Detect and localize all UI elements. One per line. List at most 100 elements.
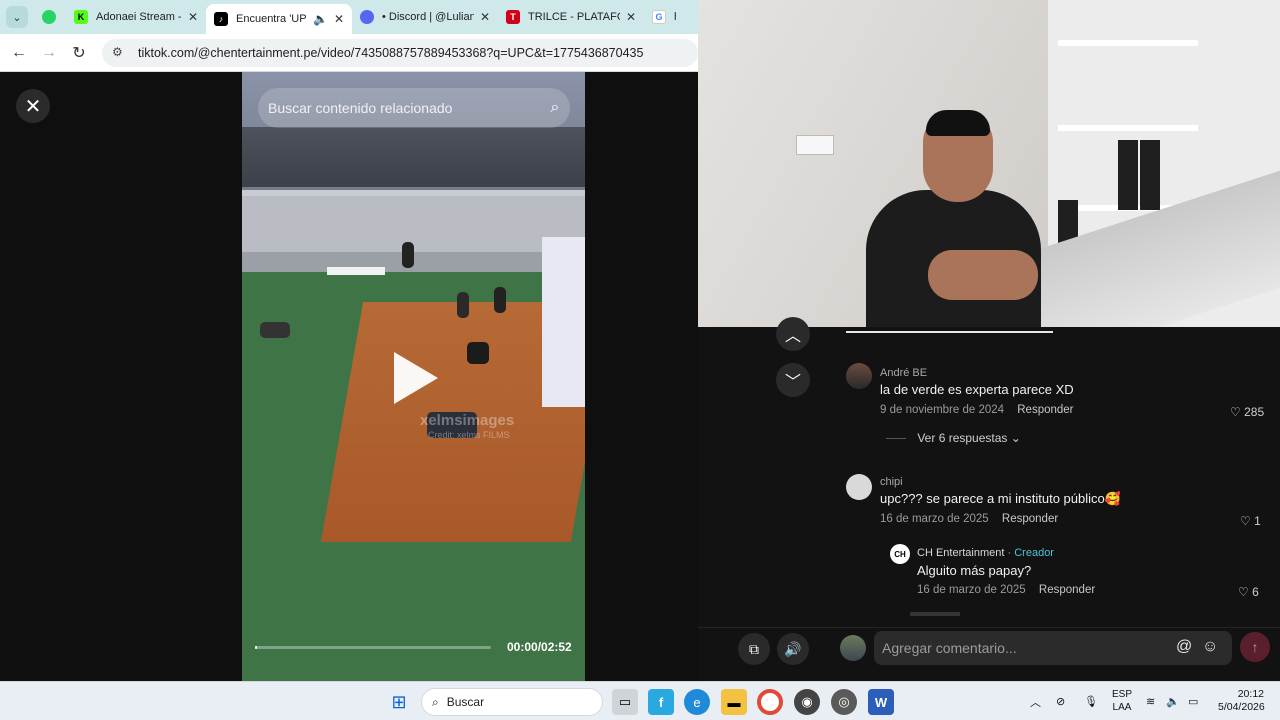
like-count: 1 — [1254, 514, 1261, 528]
tab-whatsapp[interactable] — [34, 0, 66, 34]
tab-label: Adonaei Stream - W — [96, 11, 182, 23]
tab-tiktok[interactable]: ♪ Encuentra 'UPC 🔈 ✕ — [206, 4, 352, 34]
edge-icon[interactable]: e — [684, 689, 710, 715]
whatsapp-icon — [42, 10, 56, 24]
mention-icon[interactable]: @ — [1176, 638, 1192, 656]
clipboard-icon[interactable]: ⧉ — [738, 633, 770, 665]
taskbar-search[interactable]: ⌕ Buscar — [421, 688, 603, 716]
tiktok-icon: ♪ — [214, 12, 228, 26]
battery-icon[interactable]: ▭ — [1188, 682, 1198, 720]
send-icon[interactable]: ↑ — [1240, 632, 1270, 662]
comment-user[interactable]: chipi — [880, 476, 903, 488]
emoji-icon[interactable]: ☺ — [1202, 638, 1218, 656]
close-tab-icon[interactable]: ✕ — [188, 10, 198, 24]
volume-icon[interactable]: 🔊 — [777, 633, 809, 665]
view-replies-button[interactable]: Ver 6 respuestas ⌄ — [886, 431, 1021, 445]
wifi-icon[interactable]: ≋ — [1146, 682, 1155, 720]
page-background — [585, 72, 698, 681]
close-tab-icon[interactable]: ✕ — [626, 10, 636, 24]
tab-discord[interactable]: • Discord | @Luliand ✕ — [352, 0, 498, 34]
word-icon[interactable]: W — [868, 689, 894, 715]
user-avatar[interactable] — [840, 635, 866, 661]
screen: ⌄ K Adonaei Stream - W ✕ ♪ Encuentra 'UP… — [0, 0, 1280, 720]
reply-button[interactable]: Responder — [1039, 584, 1095, 596]
task-view-icon[interactable]: ▭ — [612, 689, 638, 715]
related-search-bar[interactable]: Buscar contenido relacionado ⌕ — [258, 88, 570, 128]
comment-input[interactable]: Agregar comentario... @ ☺ — [874, 631, 1232, 665]
like-button[interactable]: ♡ 6 — [1238, 585, 1259, 599]
play-icon[interactable] — [394, 352, 438, 404]
app-icon[interactable]: ◉ — [794, 689, 820, 715]
discord-icon — [360, 10, 374, 24]
lang-bottom: LAA — [1112, 702, 1132, 713]
obs-icon[interactable]: ◎ — [831, 689, 857, 715]
close-tab-icon[interactable]: ✕ — [334, 12, 344, 26]
reply-user[interactable]: CH Entertainment — [917, 547, 1004, 559]
language-indicator[interactable]: ESP LAA — [1112, 688, 1132, 714]
like-button[interactable]: ♡ 285 — [1230, 405, 1264, 419]
windows-start-icon[interactable]: ⊞ — [386, 689, 412, 715]
page-background — [0, 72, 242, 681]
network-off-icon[interactable]: ⊘ — [1056, 682, 1065, 720]
url-text: tiktok.com/@chentertainment.pe/video/743… — [138, 45, 644, 60]
tray-chevron-icon[interactable]: ︿ — [1030, 682, 1041, 720]
avatar[interactable] — [846, 363, 872, 389]
comment-user[interactable]: André BE — [880, 367, 927, 379]
search-icon[interactable]: ⌕ — [540, 99, 570, 117]
reply-button[interactable]: Responder — [1002, 513, 1058, 525]
tab-kick[interactable]: K Adonaei Stream - W ✕ — [66, 0, 206, 34]
address-bar-row: ← → ↻ ⚙ tiktok.com/@chentertainment.pe/v… — [0, 34, 698, 72]
speaker-icon[interactable]: 🔈 — [313, 12, 328, 26]
comments-tab-indicator — [846, 331, 1053, 333]
related-search-label: Buscar contenido relacionado — [268, 100, 453, 116]
site-info-icon[interactable]: ⚙ — [112, 45, 128, 61]
close-icon[interactable]: ✕ — [16, 89, 50, 123]
forward-icon[interactable]: → — [34, 44, 64, 62]
video-progress-bar[interactable] — [255, 646, 491, 649]
next-video-button[interactable]: ﹀ — [776, 363, 810, 397]
reload-icon[interactable]: ↻ — [64, 43, 94, 63]
video-watermark-credit: Credit: xelms FILMS — [428, 430, 510, 440]
file-explorer-icon[interactable]: ▬ — [721, 689, 747, 715]
heart-icon: ♡ — [1230, 405, 1241, 419]
previous-video-button[interactable]: ︿ — [776, 317, 810, 351]
like-count: 285 — [1244, 405, 1265, 419]
microphone-icon[interactable]: 🎙 — [1084, 682, 1098, 720]
taskbar-clock[interactable]: 20:12 5/04/2026 — [1218, 688, 1265, 714]
comment-meta: 9 de noviembre de 2024 Responder — [880, 404, 1074, 416]
video-progress-fill — [255, 646, 258, 649]
tab-google[interactable]: G ho — [644, 0, 684, 34]
clock-date: 5/04/2026 — [1218, 701, 1265, 713]
back-icon[interactable]: ← — [4, 44, 34, 62]
taskbar-search-label: Buscar — [446, 695, 485, 709]
url-field[interactable]: ⚙ tiktok.com/@chentertainment.pe/video/7… — [102, 38, 698, 67]
comment-placeholder: Agregar comentario... — [882, 640, 1017, 656]
video-player[interactable]: xelmsimages Credit: xelms FILMS Buscar c… — [242, 72, 585, 681]
close-tab-icon[interactable]: ✕ — [480, 10, 490, 24]
lang-top: ESP — [1112, 689, 1133, 700]
webcam-overlay — [698, 0, 1280, 327]
tab-label: ho — [674, 11, 676, 23]
browser-tabbar: ⌄ K Adonaei Stream - W ✕ ♪ Encuentra 'UP… — [0, 0, 698, 34]
reply-button[interactable]: Responder — [1017, 404, 1073, 416]
creator-avatar[interactable]: CH — [890, 544, 910, 564]
view-replies-label: Ver 6 respuestas — [917, 431, 1008, 445]
avatar[interactable] — [846, 474, 872, 500]
tab-search-button[interactable]: ⌄ — [6, 6, 28, 28]
video-watermark: xelmsimages — [420, 412, 515, 429]
video-time: 00:00/02:52 — [507, 640, 572, 654]
tab-label: Encuentra 'UPC — [236, 13, 307, 25]
reply-date: 16 de marzo de 2025 — [917, 584, 1026, 596]
tab-trilce[interactable]: T TRILCE - PLATAFOR ✕ — [498, 0, 644, 34]
comment-date: 9 de noviembre de 2024 — [880, 404, 1005, 416]
comments-panel: ︿ ﹀ André BE la de verde es experta pare… — [698, 317, 1280, 681]
volume-icon[interactable]: 🔈 — [1166, 682, 1180, 720]
like-count: 6 — [1252, 585, 1259, 599]
like-button[interactable]: ♡ 1 — [1240, 514, 1261, 528]
google-icon: G — [652, 10, 666, 24]
chrome-icon[interactable] — [757, 689, 783, 715]
chevron-down-icon: ⌄ — [1010, 431, 1021, 445]
kick-icon: K — [74, 10, 88, 24]
facebook-icon[interactable]: f — [648, 689, 674, 715]
reply-text: Alguito más papay? — [917, 563, 1032, 578]
